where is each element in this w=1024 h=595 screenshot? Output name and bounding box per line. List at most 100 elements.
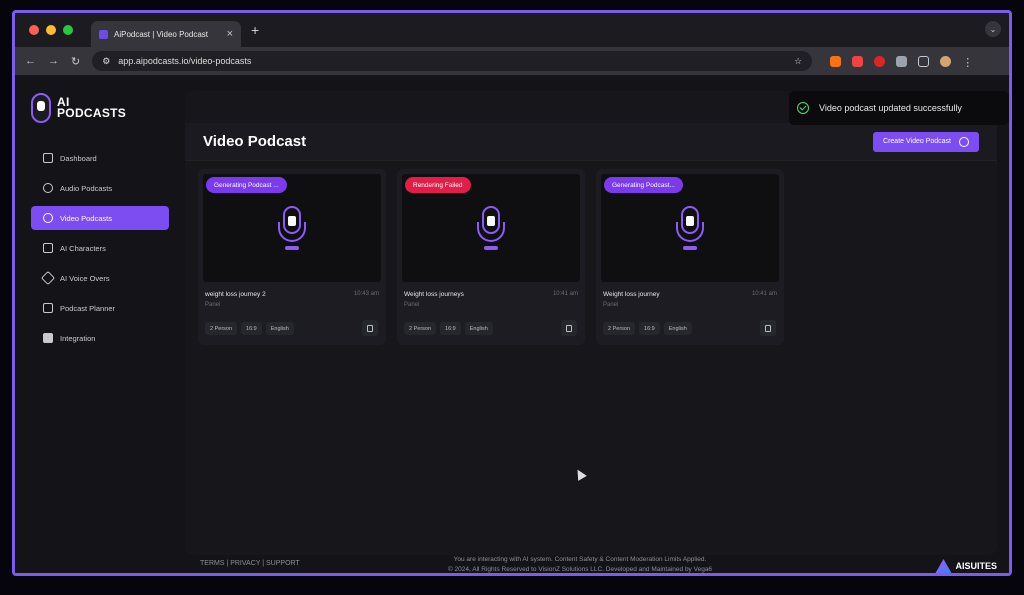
site-info-icon[interactable]: ⚙ [102, 56, 110, 67]
app-logo[interactable]: AI PODCASTS [31, 93, 126, 123]
reload-icon[interactable]: ↻ [71, 55, 80, 68]
card-time: 10:41 am [552, 291, 578, 297]
footer-links[interactable]: TERMS | PRIVACY | SUPPORT [200, 560, 300, 567]
footer: TERMS | PRIVACY | SUPPORT You are intera… [15, 553, 1009, 573]
card-time: 10:41 am [751, 291, 777, 297]
podcast-icon [43, 213, 53, 223]
extension-icon[interactable] [830, 55, 842, 67]
sidebar-item-ai-characters[interactable]: AI Characters [31, 236, 169, 260]
success-toast[interactable]: Video podcast updated successfully [789, 91, 1009, 125]
logo-mic-icon [31, 93, 51, 123]
sidebar-item-audio-podcasts[interactable]: Audio Podcasts [31, 176, 169, 200]
tab-title: AiPodcast | Video Podcast [114, 29, 208, 39]
favicon-icon [99, 29, 108, 39]
aisuites-logo[interactable]: AISUITES [935, 559, 997, 573]
page-title: Video Podcast [203, 133, 307, 150]
logo-text: AI PODCASTS [57, 95, 127, 120]
tag-persons: 2 Person [404, 322, 437, 335]
podcast-card-list: Generating Podcast ... weight loss journ… [198, 169, 784, 345]
extensions-puzzle-icon[interactable] [918, 55, 930, 67]
podcast-card[interactable]: Generating Podcast ... weight loss journ… [198, 169, 386, 345]
card-subtitle: Panel [603, 302, 619, 308]
footer-notice: You are interacting with AI system. Cont… [447, 556, 713, 573]
back-icon[interactable]: ← [25, 55, 36, 67]
tab-bar: AiPodcast | Video Podcast × + ⌄ [15, 13, 1009, 47]
extension-icon[interactable] [852, 55, 864, 67]
copy-button[interactable] [561, 320, 577, 336]
sidebar-item-integration[interactable]: Integration [31, 326, 169, 350]
url-text: app.aipodcasts.io/video-podcasts [118, 56, 252, 66]
browser-toolbar: ← → ↻ ⚙ app.aipodcasts.io/video-podcasts… [15, 47, 1009, 75]
microphone-icon [277, 206, 307, 256]
check-circle-icon [797, 102, 809, 114]
window-controls [29, 25, 73, 35]
minimize-window-button[interactable] [46, 25, 56, 35]
extension-icon[interactable] [874, 55, 886, 67]
browser-window: AiPodcast | Video Podcast × + ⌄ ← → ↻ ⚙ … [12, 10, 1012, 576]
tag-aspect-ratio: 16:9 [241, 322, 262, 335]
tag-aspect-ratio: 16:9 [639, 322, 660, 335]
card-subtitle: Panel [205, 302, 221, 308]
puzzle-icon [43, 333, 53, 343]
copy-button[interactable] [362, 320, 378, 336]
forward-icon[interactable]: → [48, 55, 59, 67]
add-icon [959, 136, 969, 147]
close-window-button[interactable] [29, 25, 39, 35]
new-tab-button[interactable]: + [251, 22, 259, 38]
card-thumbnail[interactable]: Rendering Failed [402, 174, 580, 282]
card-subtitle: Panel [404, 302, 420, 308]
profile-avatar[interactable] [940, 55, 952, 67]
card-tags: 2 Person 16:9 English [601, 322, 779, 335]
card-time: 10:43 am [353, 291, 379, 297]
create-video-podcast-button[interactable]: Create Video Podcast [873, 131, 979, 152]
copy-icon [566, 324, 572, 332]
maximize-window-button[interactable] [63, 25, 73, 35]
page-header: Video Podcast Create Video Podcast [185, 123, 997, 161]
sidebar-item-dashboard[interactable]: Dashboard [31, 146, 169, 170]
microphone-icon [476, 206, 506, 256]
status-badge: Generating Podcast ... [206, 177, 287, 193]
user-icon [43, 243, 53, 253]
card-title: Weight loss journeys [404, 291, 464, 298]
sidebar: AI PODCASTS Dashboard Audio Podcasts Vid… [15, 75, 180, 555]
close-tab-icon[interactable]: × [227, 28, 233, 40]
wave-icon [40, 270, 56, 286]
aisuites-logo-icon [935, 559, 952, 573]
status-badge: Generating Podcast... [604, 177, 683, 193]
status-badge: Rendering Failed [405, 177, 471, 193]
tag-aspect-ratio: 16:9 [440, 322, 461, 335]
copy-icon [367, 324, 373, 332]
toast-message: Video podcast updated successfully [819, 103, 962, 113]
tag-persons: 2 Person [205, 322, 238, 335]
extension-icon[interactable] [896, 55, 908, 67]
copy-button[interactable] [760, 320, 776, 336]
card-thumbnail[interactable]: Generating Podcast... [601, 174, 779, 282]
microphone-icon [675, 206, 705, 256]
podcast-card[interactable]: Generating Podcast... Weight loss journe… [596, 169, 784, 345]
bookmark-star-icon[interactable]: ☆ [794, 56, 802, 67]
mic-icon [43, 183, 53, 193]
card-title: weight loss journey 2 [205, 291, 266, 298]
calendar-icon [43, 303, 53, 313]
tab-search-button[interactable]: ⌄ [985, 21, 1001, 37]
card-thumbnail[interactable]: Generating Podcast ... [203, 174, 381, 282]
copy-icon [765, 324, 771, 332]
extensions-area: ⋮ [830, 55, 973, 69]
tag-language: English [663, 322, 692, 335]
tag-language: English [464, 322, 493, 335]
card-tags: 2 Person 16:9 English [402, 322, 580, 335]
card-tags: 2 Person 16:9 English [203, 322, 381, 335]
browser-tab[interactable]: AiPodcast | Video Podcast × [91, 21, 241, 47]
tag-language: English [265, 322, 294, 335]
sidebar-item-podcast-planner[interactable]: Podcast Planner [31, 296, 169, 320]
card-title: Weight loss journey [603, 291, 660, 298]
sidebar-item-ai-voice-overs[interactable]: AI Voice Overs [31, 266, 169, 290]
browser-menu-icon[interactable]: ⋮ [962, 56, 973, 69]
sidebar-item-video-podcasts[interactable]: Video Podcasts [31, 206, 169, 230]
address-bar[interactable]: ⚙ app.aipodcasts.io/video-podcasts ☆ [92, 51, 813, 71]
tag-persons: 2 Person [603, 322, 636, 335]
sidebar-nav: Dashboard Audio Podcasts Video Podcasts … [31, 146, 169, 356]
grid-icon [43, 153, 53, 163]
podcast-card[interactable]: Rendering Failed Weight loss journeys 10:… [397, 169, 585, 345]
main-panel: Video Podcast Create Video Podcast Gener… [185, 91, 997, 555]
